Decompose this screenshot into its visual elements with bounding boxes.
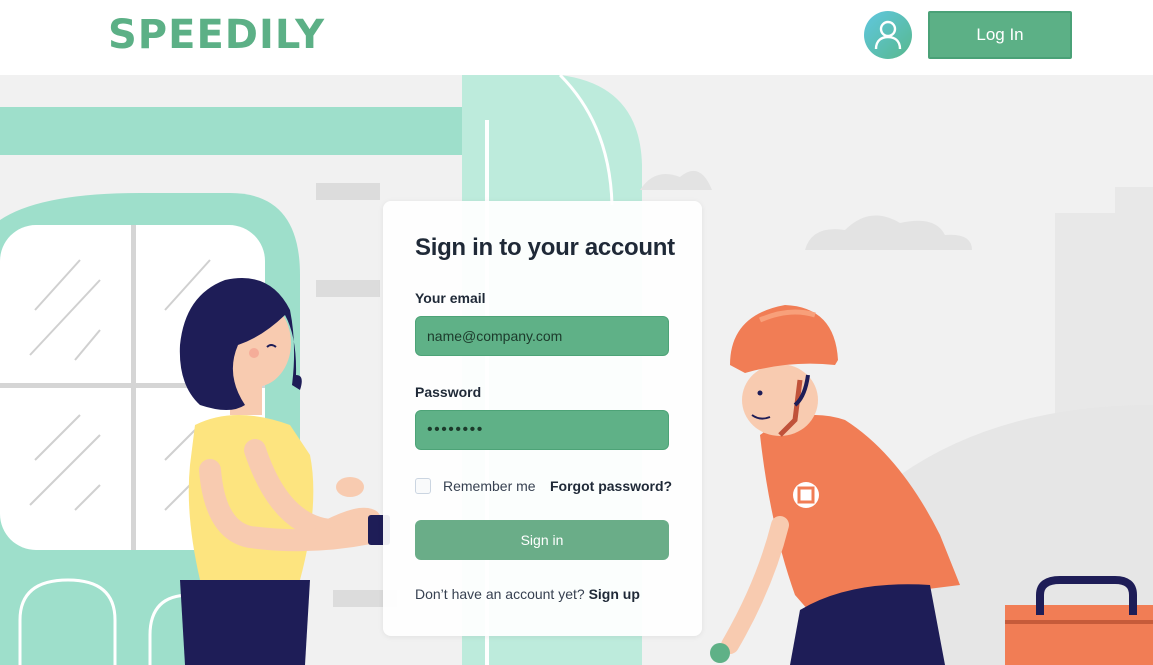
remember-me-checkbox[interactable]	[415, 478, 431, 494]
user-avatar[interactable]	[864, 11, 912, 59]
forgot-password-link[interactable]: Forgot password?	[550, 478, 672, 494]
sign-in-card: Sign in to your account Your email name@…	[383, 201, 702, 636]
email-label: Your email	[415, 290, 486, 306]
log-in-button[interactable]: Log In	[928, 11, 1072, 59]
sign-up-link[interactable]: Sign up	[589, 586, 640, 602]
top-navigation-bar: SPEEDILY Log In	[0, 0, 1153, 75]
sign-in-title: Sign in to your account	[415, 234, 675, 261]
signup-prompt: Don’t have an account yet? Sign up	[415, 586, 640, 602]
email-input[interactable]: name@company.com	[415, 316, 669, 356]
password-input[interactable]: ••••••••	[415, 410, 669, 450]
brand-logo[interactable]: SPEEDILY	[108, 12, 325, 58]
user-icon	[874, 20, 902, 50]
remember-me-label[interactable]: Remember me	[443, 478, 536, 494]
password-label: Password	[415, 384, 482, 400]
signup-prompt-text: Don’t have an account yet?	[415, 586, 585, 602]
sign-in-button[interactable]: Sign in	[415, 520, 669, 560]
